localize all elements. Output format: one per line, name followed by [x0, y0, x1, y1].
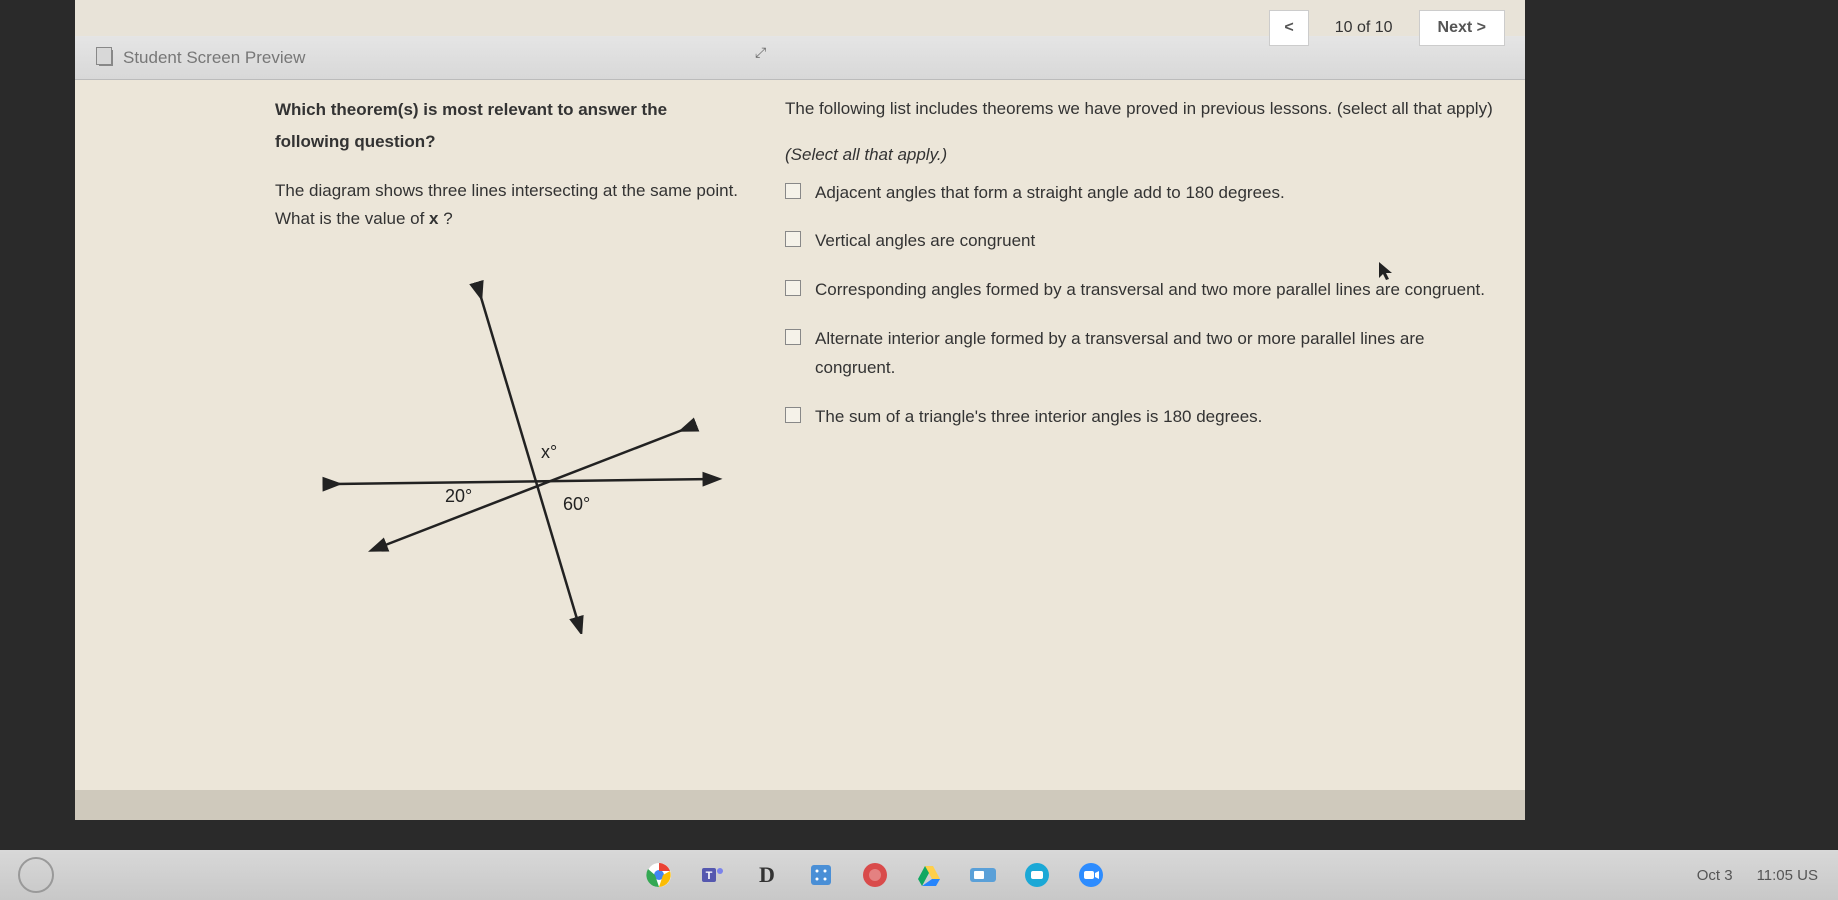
angle-diagram: x° 20° 60° — [305, 274, 745, 634]
prev-button[interactable]: < — [1269, 10, 1308, 46]
taskbar-time: 11:05 US — [1757, 867, 1818, 884]
page-indicator: 10 of 10 — [1317, 19, 1411, 37]
label-60: 60° — [563, 494, 590, 514]
svg-text:T: T — [706, 870, 713, 882]
camera-app-icon[interactable] — [967, 859, 999, 891]
question-title: Which theorem(s) is most relevant to ans… — [275, 94, 745, 159]
expand-icon[interactable]: ⤢ — [755, 44, 766, 61]
red-app-icon[interactable] — [859, 859, 891, 891]
top-nav-bar: < 10 of 10 Next > — [1269, 8, 1525, 48]
taskbar: T D Oct 3 11:05 US — [0, 850, 1838, 900]
content-footer-strip — [75, 790, 1525, 820]
app-window: < 10 of 10 Next > Student Screen Preview… — [75, 0, 1525, 820]
option-row[interactable]: Vertical angles are congruent — [785, 227, 1495, 256]
checkbox[interactable] — [785, 407, 801, 423]
label-x: x° — [541, 442, 557, 462]
copy-icon — [99, 50, 113, 66]
label-20: 20° — [445, 486, 472, 506]
chrome-icon[interactable] — [643, 859, 675, 891]
question-line2-pre: What is the value of — [275, 209, 429, 228]
option-label: Alternate interior angle formed by a tra… — [815, 325, 1495, 383]
option-row[interactable]: Adjacent angles that form a straight ang… — [785, 179, 1495, 208]
option-row[interactable]: Corresponding angles formed by a transve… — [785, 276, 1495, 305]
taskbar-right: Oct 3 11:05 US — [1697, 867, 1838, 884]
checkbox[interactable] — [785, 329, 801, 345]
option-label: Corresponding angles formed by a transve… — [815, 276, 1485, 305]
taskbar-center: T D — [54, 859, 1697, 891]
question-body: The diagram shows three lines intersecti… — [275, 177, 745, 235]
theorem-intro: The following list includes theorems we … — [785, 94, 1495, 125]
checkbox[interactable] — [785, 231, 801, 247]
question-column: Which theorem(s) is most relevant to ans… — [275, 94, 775, 790]
question-line1: The diagram shows three lines intersecti… — [275, 181, 738, 200]
taskbar-date: Oct 3 — [1697, 867, 1733, 884]
option-label: Vertical angles are congruent — [815, 227, 1035, 256]
content-area: Which theorem(s) is most relevant to ans… — [75, 80, 1525, 790]
question-variable: x — [429, 209, 438, 228]
option-label: The sum of a triangle's three interior a… — [815, 403, 1262, 432]
next-button[interactable]: Next > — [1419, 10, 1505, 46]
option-row[interactable]: Alternate interior angle formed by a tra… — [785, 325, 1495, 383]
zoom-icon[interactable] — [1075, 859, 1107, 891]
option-row[interactable]: The sum of a triangle's three interior a… — [785, 403, 1495, 432]
option-label: Adjacent angles that form a straight ang… — [815, 179, 1285, 208]
drive-icon[interactable] — [913, 859, 945, 891]
desmos-icon[interactable]: D — [751, 859, 783, 891]
teams-icon[interactable]: T — [697, 859, 729, 891]
answer-column: The following list includes theorems we … — [775, 94, 1495, 790]
app-grid-icon[interactable] — [805, 859, 837, 891]
checkbox[interactable] — [785, 183, 801, 199]
svg-text:D: D — [759, 862, 775, 887]
question-line2-post: ? — [439, 209, 453, 228]
checkbox[interactable] — [785, 280, 801, 296]
launcher-circle-icon[interactable] — [18, 857, 54, 893]
messages-icon[interactable] — [1021, 859, 1053, 891]
header-title: Student Screen Preview — [123, 48, 305, 68]
select-hint: (Select all that apply.) — [785, 145, 1495, 165]
